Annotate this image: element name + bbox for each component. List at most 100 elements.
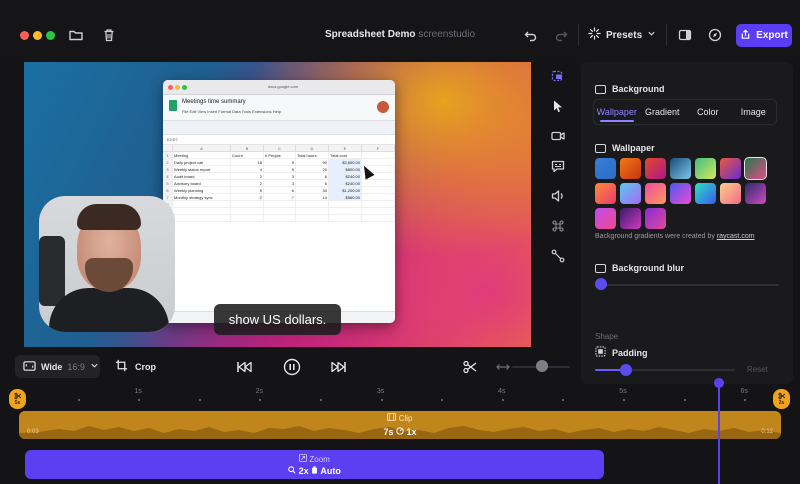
path-tool-icon[interactable] (550, 248, 566, 264)
table-cell (362, 215, 395, 221)
trim-end-marker[interactable]: 2s (773, 389, 790, 409)
blur-slider-track[interactable] (601, 284, 779, 286)
column-header: A (173, 145, 231, 151)
wallpaper-swatch[interactable] (695, 183, 716, 204)
skip-back-icon[interactable] (236, 358, 254, 376)
timeline-ruler[interactable]: 1s 2s 3s 4s 5s 6s (0, 384, 800, 406)
credit-link[interactable]: raycast.com (717, 233, 755, 240)
gradient-credit: Background gradients were created by ray… (595, 233, 755, 240)
wallpaper-swatch[interactable] (645, 183, 666, 204)
wallpaper-swatch[interactable] (595, 183, 616, 204)
camera-tool-icon[interactable] (550, 128, 566, 144)
table-row: 6 Weekly planning 5 6 30 $1,200.00 (163, 187, 395, 194)
tab-gradient[interactable]: Gradient (640, 100, 686, 124)
table-cell: Advisory board (173, 180, 231, 186)
captions-tool-icon[interactable] (550, 158, 566, 174)
zoom-label: Zoom (309, 455, 330, 464)
wallpaper-swatch[interactable] (595, 158, 616, 179)
pause-icon[interactable] (283, 358, 301, 376)
title-bar: Spreadsheet Demo screenstudio Presets Ex… (0, 0, 800, 62)
wallpaper-swatch[interactable] (745, 183, 766, 204)
chevron-down-icon (90, 361, 99, 372)
webcam-overlay[interactable] (39, 196, 175, 332)
minimize-window-button[interactable] (33, 31, 42, 40)
wallpaper-swatch[interactable] (720, 183, 741, 204)
ruler-tick (259, 399, 262, 401)
padding-slider-handle[interactable] (619, 364, 632, 376)
table-row: 2 Daily project call 18 5 90 $3,600.00 (163, 159, 395, 166)
table-cell (173, 215, 231, 221)
column-header (163, 145, 173, 151)
wallpaper-swatch[interactable] (620, 208, 641, 229)
trim-end-label: 2s (778, 400, 785, 406)
table-cell: $3,600.00 (329, 159, 362, 165)
clip-track[interactable]: Clip 7s 1x 0:03 0:12 (19, 411, 781, 439)
aspect-ratio-dropdown[interactable]: Wide 16:9 (15, 355, 100, 378)
sidebar-toggle-icon[interactable] (677, 27, 693, 43)
wallpaper-swatch[interactable] (670, 158, 691, 179)
column-header: D (296, 145, 329, 151)
table-cell: 6 (296, 173, 329, 179)
sheet-title: Meetings time summary (182, 99, 246, 105)
table-cell (173, 201, 231, 207)
table-cell: 7 (163, 194, 173, 200)
table-cell: $1,200.00 (329, 187, 362, 193)
wallpaper-swatch[interactable] (595, 208, 616, 229)
trim-start-marker[interactable]: 5s (9, 389, 26, 409)
maximize-window-button[interactable] (46, 31, 55, 40)
tab-image[interactable]: Image (731, 100, 777, 124)
tab-wallpaper[interactable]: Wallpaper (594, 100, 640, 124)
reset-button[interactable]: Reset (747, 365, 768, 374)
audio-tool-icon[interactable] (550, 188, 566, 204)
wallpaper-swatch[interactable] (720, 158, 741, 179)
clip-header: Clip (19, 413, 781, 423)
scissors-icon[interactable] (461, 358, 479, 376)
table-row: 7 Monthly strategy sync 2 7 14 $560.00 (163, 194, 395, 201)
crop-icon (115, 359, 128, 374)
close-window-button[interactable] (20, 31, 29, 40)
wallpaper-swatch[interactable] (670, 183, 691, 204)
clip-speed: 1x (406, 427, 417, 437)
redo-icon[interactable] (553, 27, 569, 43)
compass-icon[interactable] (707, 27, 723, 43)
undo-icon[interactable] (523, 27, 539, 43)
tab-color[interactable]: Color (685, 100, 731, 124)
sheet-grid: ABCDEF 1 Meeting Count # People Total hours T… (163, 145, 395, 222)
skip-forward-icon[interactable] (329, 358, 347, 376)
video-preview[interactable]: docs.google.com Meetings time summary Fi… (24, 62, 531, 347)
blur-slider-handle[interactable] (595, 278, 607, 290)
folder-icon[interactable] (68, 27, 84, 43)
ruler-label: 1s (134, 388, 142, 395)
trash-icon[interactable] (101, 27, 117, 43)
shortcuts-tool-icon[interactable] (550, 218, 566, 234)
table-row: 8 (163, 201, 395, 208)
table-cell (296, 215, 329, 221)
image-icon (595, 143, 606, 153)
wallpaper-swatch[interactable] (645, 208, 666, 229)
presets-dropdown[interactable]: Presets (588, 25, 660, 45)
table-cell: 14 (296, 194, 329, 200)
playhead[interactable] (718, 380, 720, 484)
playhead-handle[interactable] (714, 378, 724, 388)
table-cell (264, 215, 296, 221)
timeline-zoom-handle[interactable] (536, 360, 548, 372)
zoom-track[interactable]: Zoom 2x Auto (25, 450, 604, 479)
wallpaper-swatch[interactable] (695, 158, 716, 179)
crop-label: Crop (135, 361, 156, 372)
wallpaper-swatch[interactable] (620, 158, 641, 179)
wallpaper-swatch[interactable] (744, 157, 767, 180)
cursor-tool-icon[interactable] (550, 98, 566, 114)
wallpaper-swatch[interactable] (620, 183, 641, 204)
table-cell (329, 215, 362, 221)
crop-button[interactable]: Crop (107, 355, 161, 378)
table-cell: # People (264, 152, 296, 158)
export-button[interactable]: Export (736, 24, 792, 47)
table-cell: 7 (264, 194, 296, 200)
zoom-header: Zoom (25, 454, 604, 464)
table-cell: Weekly status report (173, 166, 231, 172)
chevron-down-icon (647, 29, 656, 41)
background-tool-icon[interactable] (550, 68, 566, 84)
wallpaper-swatch[interactable] (645, 158, 666, 179)
toolbar-divider (666, 24, 667, 46)
ruler-label: 3s (376, 388, 385, 395)
